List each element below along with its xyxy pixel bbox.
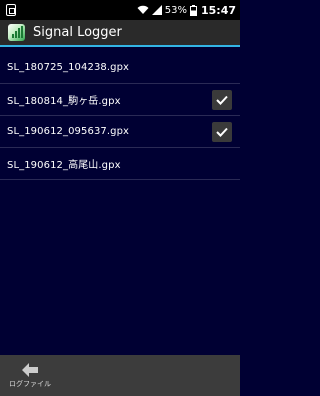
arrow-left-icon <box>22 362 38 377</box>
signal-logger-logo-icon[interactable] <box>8 24 25 41</box>
app-bar: Signal Logger <box>0 20 240 47</box>
list-item[interactable]: SL_180725_104238.gpx <box>0 52 240 84</box>
list-item[interactable]: SL_180814_駒ヶ岳.gpx <box>0 84 240 116</box>
file-list: SL_180725_104238.gpx SL_180814_駒ヶ岳.gpx S… <box>0 52 240 180</box>
wifi-icon <box>137 5 149 15</box>
checkmark-icon <box>216 127 228 137</box>
bottom-bar: ログファイル <box>0 355 240 396</box>
checkbox[interactable] <box>212 121 232 142</box>
list-item[interactable]: SL_190612_095637.gpx <box>0 116 240 148</box>
status-bar: 53% 15:47 <box>0 0 240 20</box>
file-name: SL_190612_高尾山.gpx <box>7 160 121 171</box>
log-file-button[interactable]: ログファイル <box>0 355 60 396</box>
checkbox[interactable] <box>212 89 232 110</box>
checkmark-icon <box>216 95 228 105</box>
list-item[interactable]: SL_190612_高尾山.gpx <box>0 148 240 180</box>
app-title: Signal Logger <box>33 25 122 40</box>
battery-icon <box>189 4 197 16</box>
battery-percent: 53% <box>164 4 187 16</box>
signal-icon <box>151 5 162 15</box>
file-name: SL_180814_駒ヶ岳.gpx <box>7 96 121 107</box>
file-name: SL_180725_104238.gpx <box>7 62 130 73</box>
clock: 15:47 <box>200 3 236 17</box>
log-file-label: ログファイル <box>9 379 51 388</box>
file-name: SL_190612_095637.gpx <box>7 126 130 137</box>
notification-icon <box>6 4 16 16</box>
